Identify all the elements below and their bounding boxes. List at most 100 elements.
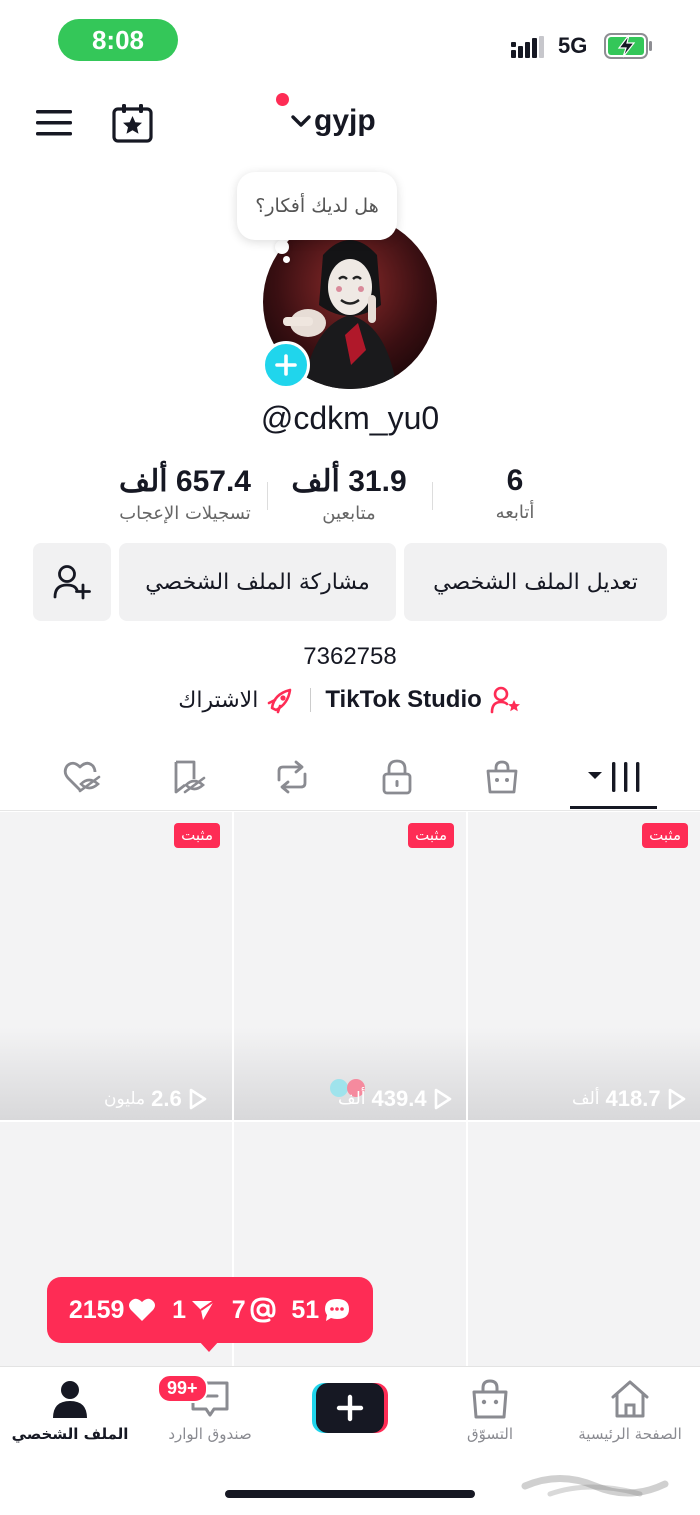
bio-text: 7362758 <box>303 643 397 670</box>
bubble-tail <box>283 256 290 263</box>
tiktok-studio-link[interactable]: TikTok Studio <box>325 686 521 714</box>
view-count-value: 439.4 <box>371 1086 427 1111</box>
send-icon <box>192 1300 215 1320</box>
likes-count: 657.4 ألف <box>119 465 251 498</box>
likes-summary-count: 2159 <box>68 1295 125 1324</box>
heart-icon <box>129 1298 156 1321</box>
nav-profile-label: الملف الشخصي <box>11 1425 129 1443</box>
add-photo-button[interactable] <box>262 341 310 389</box>
play-icon <box>189 1088 207 1110</box>
bubble-tail <box>275 240 289 254</box>
subscription-link[interactable]: الاشتراك <box>178 686 296 714</box>
repost-icon <box>277 760 307 794</box>
chevron-down-icon <box>291 115 311 127</box>
network-type: 5G <box>558 33 588 58</box>
creator-star-icon <box>490 686 520 714</box>
followers-count: 31.9 ألف <box>291 465 407 498</box>
calendar-star-icon[interactable] <box>112 103 154 143</box>
stat-likes[interactable]: 657.4 ألف تسجيلات الإعجاب <box>100 464 270 524</box>
note-bubble[interactable]: هل لديك أفكار؟ <box>237 172 397 240</box>
add-friends-button[interactable] <box>33 543 111 621</box>
activity-summary-popup[interactable]: 2159 1 7 51 <box>47 1277 373 1343</box>
rocket-icon <box>268 688 292 714</box>
tab-favorites[interactable] <box>158 752 218 802</box>
nav-profile[interactable]: الملف الشخصي <box>0 1379 140 1443</box>
menu-icon[interactable] <box>36 109 72 137</box>
video-thumbnail[interactable]: مثبت 439.4 ألف <box>234 812 466 1120</box>
profile-icon <box>53 1381 87 1418</box>
grid-icon <box>588 762 640 792</box>
nav-home-label: الصفحة الرئيسية <box>578 1425 682 1443</box>
home-indicator <box>225 1490 475 1498</box>
view-count: 2.6 مليون <box>104 1086 208 1112</box>
pinned-badge: مثبت <box>174 823 220 848</box>
mentions-summary-count: 7 <box>231 1295 246 1324</box>
likes-summary: 2159 <box>69 1296 157 1325</box>
following-label: أتابعه <box>495 502 535 523</box>
view-count-unit: ألف <box>338 1089 366 1109</box>
inbox-badge: 99+ <box>157 1374 208 1403</box>
view-count-unit: ألف <box>572 1089 600 1109</box>
nav-shop[interactable]: التسوّق <box>420 1379 560 1443</box>
battery-charging-icon <box>604 33 654 59</box>
watermark-logo <box>520 1466 670 1502</box>
likes-label: تسجيلات الإعجاب <box>119 503 251 524</box>
tab-videos[interactable] <box>582 752 646 802</box>
heart-hidden-icon <box>63 761 101 793</box>
view-count: 439.4 ألف <box>338 1086 453 1112</box>
tab-private[interactable] <box>367 752 427 802</box>
video-thumbnail[interactable]: مثبت 418.7 ألف <box>468 812 700 1120</box>
video-thumbnail[interactable] <box>468 1122 700 1366</box>
nav-home[interactable]: الصفحة الرئيسية <box>560 1379 700 1443</box>
status-time: 8:08 <box>58 19 178 61</box>
comments-summary-count: 51 <box>291 1295 320 1324</box>
share-profile-button[interactable]: مشاركة الملف الشخصي <box>119 543 396 621</box>
notification-dot <box>276 93 289 106</box>
followers-label: متابعين <box>322 503 376 524</box>
video-thumbnail[interactable]: مثبت 2.6 مليون <box>0 812 232 1120</box>
pinned-badge: مثبت <box>642 823 688 848</box>
play-icon <box>668 1088 685 1110</box>
comments-summary: 51 <box>291 1296 351 1325</box>
tab-liked[interactable] <box>52 752 112 802</box>
username-label: gyjp <box>314 104 376 137</box>
view-count: 418.7 ألف <box>572 1086 687 1112</box>
tabs-divider <box>0 810 700 811</box>
account-switcher[interactable]: gyjp <box>290 104 376 138</box>
profile-handle: @cdkm_yu0 <box>260 400 440 436</box>
tab-reposts[interactable] <box>262 752 322 802</box>
following-count: 6 <box>506 464 524 497</box>
studio-label: TikTok Studio <box>325 686 482 713</box>
comment-icon <box>325 1299 350 1321</box>
mentions-summary: 7 <box>232 1296 276 1325</box>
view-count-unit: مليون <box>104 1089 146 1109</box>
pinned-badge: مثبت <box>408 823 454 848</box>
shares-summary-count: 1 <box>172 1295 187 1324</box>
tab-shop[interactable] <box>472 752 532 802</box>
shares-summary: 1 <box>172 1296 216 1325</box>
home-icon <box>611 1380 649 1418</box>
shop-bag-icon <box>486 760 518 794</box>
at-icon <box>250 1297 276 1323</box>
plus-icon <box>275 354 297 376</box>
shop-icon <box>472 1379 508 1419</box>
stat-following[interactable]: 6 أتابعه <box>430 464 600 523</box>
profile-links: الاشتراك TikTok Studio <box>0 686 700 714</box>
create-icon <box>312 1383 388 1433</box>
bookmark-hidden-icon <box>174 760 206 794</box>
view-count-value: 418.7 <box>605 1086 661 1111</box>
view-count-value: 2.6 <box>151 1086 182 1111</box>
edit-profile-button[interactable]: تعديل الملف الشخصي <box>404 543 667 621</box>
create-button[interactable] <box>312 1383 388 1433</box>
signal-icon <box>511 36 547 58</box>
lock-icon <box>382 759 412 795</box>
nav-shop-label: التسوّق <box>466 1425 514 1443</box>
play-icon <box>434 1088 451 1110</box>
active-tab-indicator <box>570 806 657 809</box>
links-divider <box>310 688 312 712</box>
add-user-icon <box>53 565 91 600</box>
nav-inbox-label: صندوق الوارد <box>168 1425 252 1443</box>
subscription-label: الاشتراك <box>178 687 259 713</box>
stat-followers[interactable]: 31.9 ألف متابعين <box>264 464 434 524</box>
popup-tail <box>198 1340 220 1352</box>
